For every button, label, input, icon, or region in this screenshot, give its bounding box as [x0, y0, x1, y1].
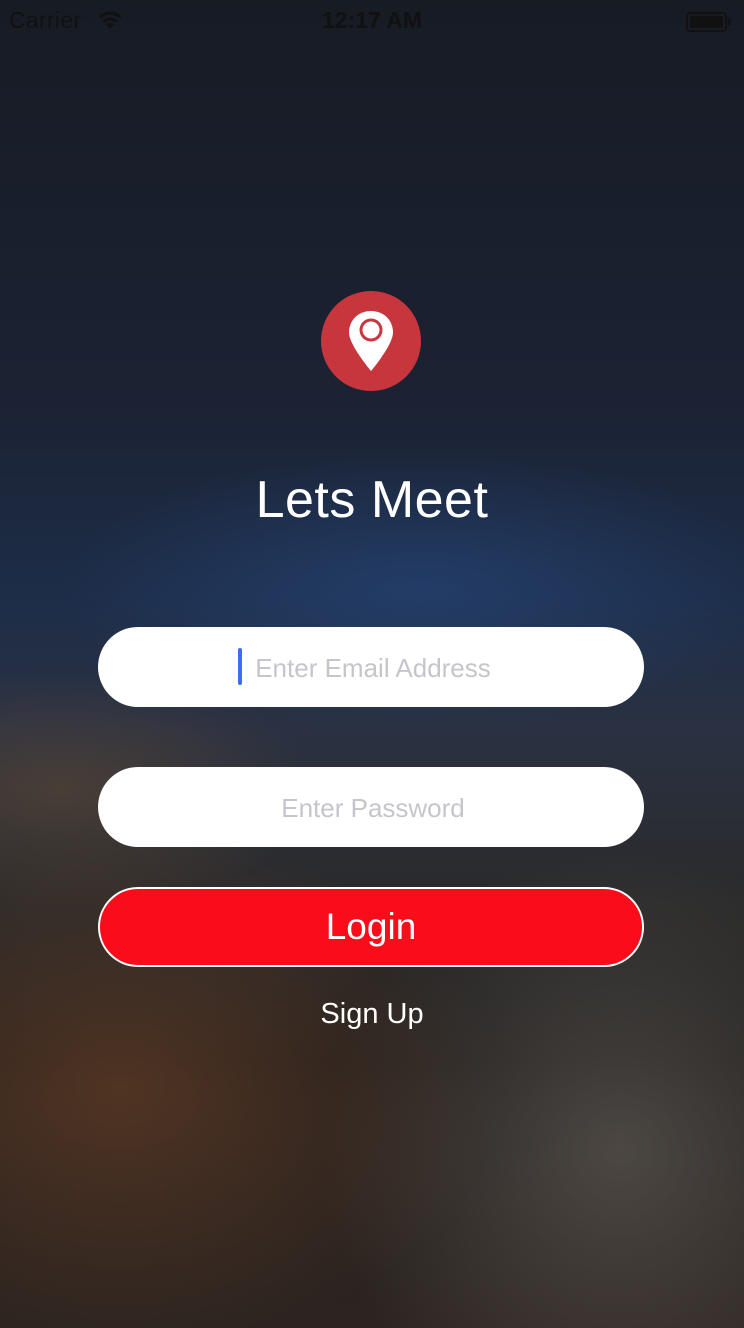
- password-field[interactable]: [98, 767, 648, 849]
- location-pin-icon: [349, 311, 393, 371]
- email-field[interactable]: [98, 627, 648, 709]
- password-field-container[interactable]: [98, 767, 648, 849]
- battery-icon: [686, 11, 732, 32]
- sign-up-link[interactable]: Sign Up: [0, 998, 744, 1031]
- app-title: Lets Meet: [255, 471, 489, 529]
- email-field-container[interactable]: [98, 627, 648, 709]
- status-bar: Carrier 12:17 AM: [0, 0, 744, 40]
- clock: 12:17 AM: [321, 7, 423, 33]
- login-button[interactable]: Login: [98, 887, 644, 967]
- text-cursor: [238, 648, 242, 685]
- app-logo: [321, 291, 421, 391]
